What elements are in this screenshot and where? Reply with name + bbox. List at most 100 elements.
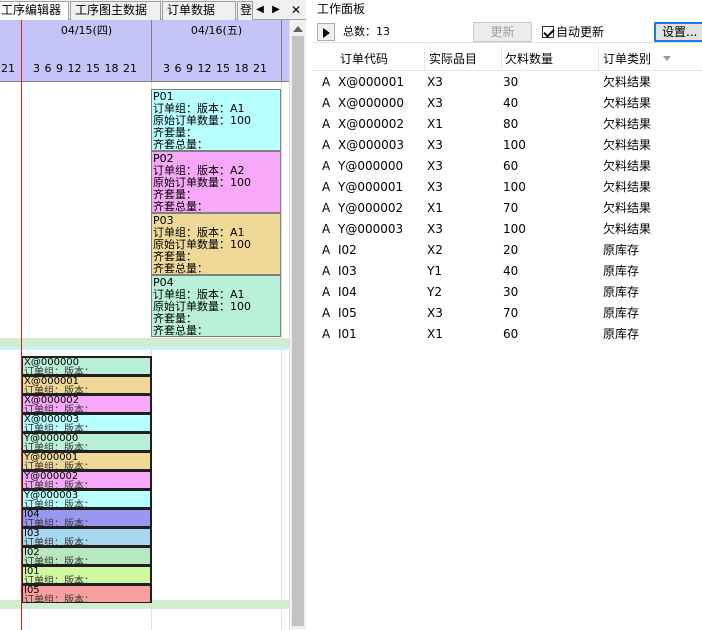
card-line1: 订单组：版本：A1 <box>153 103 245 115</box>
table-row[interactable]: A Y@000001 X3 100 欠料结果 <box>313 177 702 198</box>
scroll-up-icon[interactable] <box>293 26 303 32</box>
cell-code: Y@000002 <box>338 201 404 215</box>
table-row[interactable]: A I02 X2 20 原库存 <box>313 240 702 261</box>
table-row[interactable]: A X@000001 X3 30 欠料结果 <box>313 72 702 93</box>
cell-type: 欠料结果 <box>603 222 652 236</box>
card-title: P01 <box>153 91 174 103</box>
total-count: 总数：13 <box>343 25 390 38</box>
cell-code: Y@000003 <box>338 222 404 236</box>
table-row[interactable]: A I01 X1 60 原库存 <box>313 324 702 345</box>
cell-code: Y@000001 <box>338 180 404 194</box>
cell-mark: A <box>322 327 331 341</box>
gantt-task-bar[interactable]: X@000002 订单组：版本： <box>22 394 152 413</box>
panel-title: 工作面板 <box>317 2 366 16</box>
tab-order-data[interactable]: 订单数据 <box>162 1 236 20</box>
checkbox-checked-icon[interactable] <box>542 26 554 38</box>
table-row[interactable]: A I04 Y2 30 原库存 <box>313 282 702 303</box>
gantt-order-card[interactable]: P02 订单组：版本：A2 原始订单数量：100 齐套量： 齐套总量： <box>151 151 281 213</box>
cell-type: 原库存 <box>603 264 640 278</box>
gantt-time-header: 04/15(四) 04/16(五) 21 3 6 9 12 15 18 21 3… <box>0 20 289 82</box>
table-row[interactable]: A I05 X3 70 原库存 <box>313 303 702 324</box>
card-line1: 订单组：版本：A2 <box>153 165 245 177</box>
cell-qty: 60 <box>503 159 519 173</box>
gantt-task-bar[interactable]: I04 订单组：版本： <box>22 508 152 527</box>
cell-mark: A <box>322 180 331 194</box>
cell-qty: 40 <box>503 264 519 278</box>
cell-mark: A <box>322 159 331 173</box>
table-row[interactable]: A Y@000000 X3 60 欠料结果 <box>313 156 702 177</box>
cell-code: I02 <box>338 243 357 257</box>
vertical-scrollbar[interactable] <box>289 20 306 630</box>
cell-type: 欠料结果 <box>603 138 652 152</box>
auto-update-checkbox[interactable]: 自动更新 <box>542 23 604 41</box>
cell-item: X3 <box>427 96 443 110</box>
cell-qty: 20 <box>503 243 519 257</box>
card-line3: 齐套量： <box>153 189 197 201</box>
tab-process-editor[interactable]: 工序编辑器 <box>0 1 69 21</box>
cell-type: 欠料结果 <box>603 159 652 173</box>
column-header-order-type[interactable]: 订单类别 <box>599 47 702 71</box>
cell-item: Y1 <box>427 264 442 278</box>
scrollbar-thumb[interactable] <box>292 36 304 626</box>
table-row[interactable]: A I03 Y1 40 原库存 <box>313 261 702 282</box>
card-title: P04 <box>153 277 174 289</box>
card-line4: 齐套总量： <box>153 263 208 275</box>
tab-prev-icon[interactable]: ◀ <box>254 2 266 18</box>
gantt-task-bar[interactable]: X@000001 订单组：版本： <box>22 375 152 394</box>
gantt-task-bar[interactable]: I03 订单组：版本： <box>22 527 152 546</box>
gantt-order-card[interactable]: P03 订单组：版本：A1 原始订单数量：100 齐套量： 齐套总量： <box>151 213 281 275</box>
table-body: A X@000001 X3 30 欠料结果 A X@000000 X3 40 欠料结果 A X@000… <box>313 72 702 345</box>
hour-ticks: 3 6 9 12 15 18 21 <box>163 62 267 75</box>
gantt-task-bar[interactable]: Y@000000 订单组：版本： <box>22 432 152 451</box>
bar-sublabel: 订单组：版本： <box>24 367 94 375</box>
card-line1: 订单组：版本：A1 <box>153 227 245 239</box>
cell-type: 欠料结果 <box>603 180 652 194</box>
table-header: 订单代码 实际品目 欠料数量 订单类别 <box>313 47 702 71</box>
table-row[interactable]: A X@000002 X1 80 欠料结果 <box>313 114 702 135</box>
cell-qty: 30 <box>503 285 519 299</box>
tab-process-master-data[interactable]: 工序图主数据 <box>70 1 161 20</box>
cell-mark: A <box>322 222 331 236</box>
tab-truncated[interactable]: 登 <box>237 1 253 20</box>
gantt-task-bar[interactable]: X@000000 订单组：版本： <box>22 356 152 375</box>
grid-line <box>281 82 282 630</box>
table-row[interactable]: A X@000003 X3 100 欠料结果 <box>313 135 702 156</box>
cell-qty: 40 <box>503 96 519 110</box>
resource-separator <box>0 338 289 347</box>
bar-sublabel: 订单组：版本： <box>24 576 94 584</box>
gantt-task-bar[interactable]: Y@000003 订单组：版本： <box>22 489 152 508</box>
tab-close-icon[interactable]: ✕ <box>288 2 304 18</box>
tab-next-icon[interactable]: ▶ <box>270 2 282 18</box>
cell-type: 欠料结果 <box>603 75 652 89</box>
gantt-task-bar[interactable]: I05 订单组：版本： <box>22 584 152 603</box>
table-row[interactable]: A X@000000 X3 40 欠料结果 <box>313 93 702 114</box>
cell-type: 原库存 <box>603 285 640 299</box>
card-line3: 齐套量： <box>153 251 197 263</box>
gantt-task-bar[interactable]: I02 订单组：版本： <box>22 546 152 565</box>
hour-ticks: 3 6 9 12 15 18 21 <box>33 62 137 75</box>
gantt-order-card[interactable]: P04 订单组：版本：A1 原始订单数量：100 齐套量： 齐套总量： <box>151 275 281 337</box>
table-row[interactable]: A Y@000003 X3 100 欠料结果 <box>313 219 702 240</box>
gantt-order-card[interactable]: P01 订单组：版本：A1 原始订单数量：100 齐套量： 齐套总量： <box>151 89 281 151</box>
card-line4: 齐套总量： <box>153 325 208 337</box>
cell-qty: 100 <box>503 222 526 236</box>
cell-code: X@000001 <box>338 75 405 89</box>
header-divider <box>281 20 282 82</box>
column-header-shortage-qty[interactable]: 欠料数量 <box>502 47 599 71</box>
cell-item: X3 <box>427 159 443 173</box>
bar-sublabel: 订单组：版本： <box>24 557 94 565</box>
gantt-task-bar[interactable]: Y@000001 订单组：版本： <box>22 451 152 470</box>
refresh-button[interactable]: 更新 <box>473 22 532 42</box>
table-row[interactable]: A Y@000002 X1 70 欠料结果 <box>313 198 702 219</box>
cell-item: X3 <box>427 138 443 152</box>
play-icon <box>323 28 330 38</box>
column-header-actual-item[interactable]: 实际品目 <box>425 47 502 71</box>
column-header-order-code[interactable]: 订单代码 <box>337 47 425 71</box>
gantt-task-bar[interactable]: I01 订单组：版本： <box>22 565 152 584</box>
card-title: P03 <box>153 215 174 227</box>
gantt-task-bar[interactable]: Y@000002 订单组：版本： <box>22 470 152 489</box>
settings-button[interactable]: 设置... <box>654 22 702 42</box>
gantt-chart[interactable]: 04/15(四) 04/16(五) 21 3 6 9 12 15 18 21 3… <box>0 20 289 630</box>
gantt-task-bar[interactable]: X@000003 订单组：版本： <box>22 413 152 432</box>
play-button[interactable] <box>317 23 335 41</box>
